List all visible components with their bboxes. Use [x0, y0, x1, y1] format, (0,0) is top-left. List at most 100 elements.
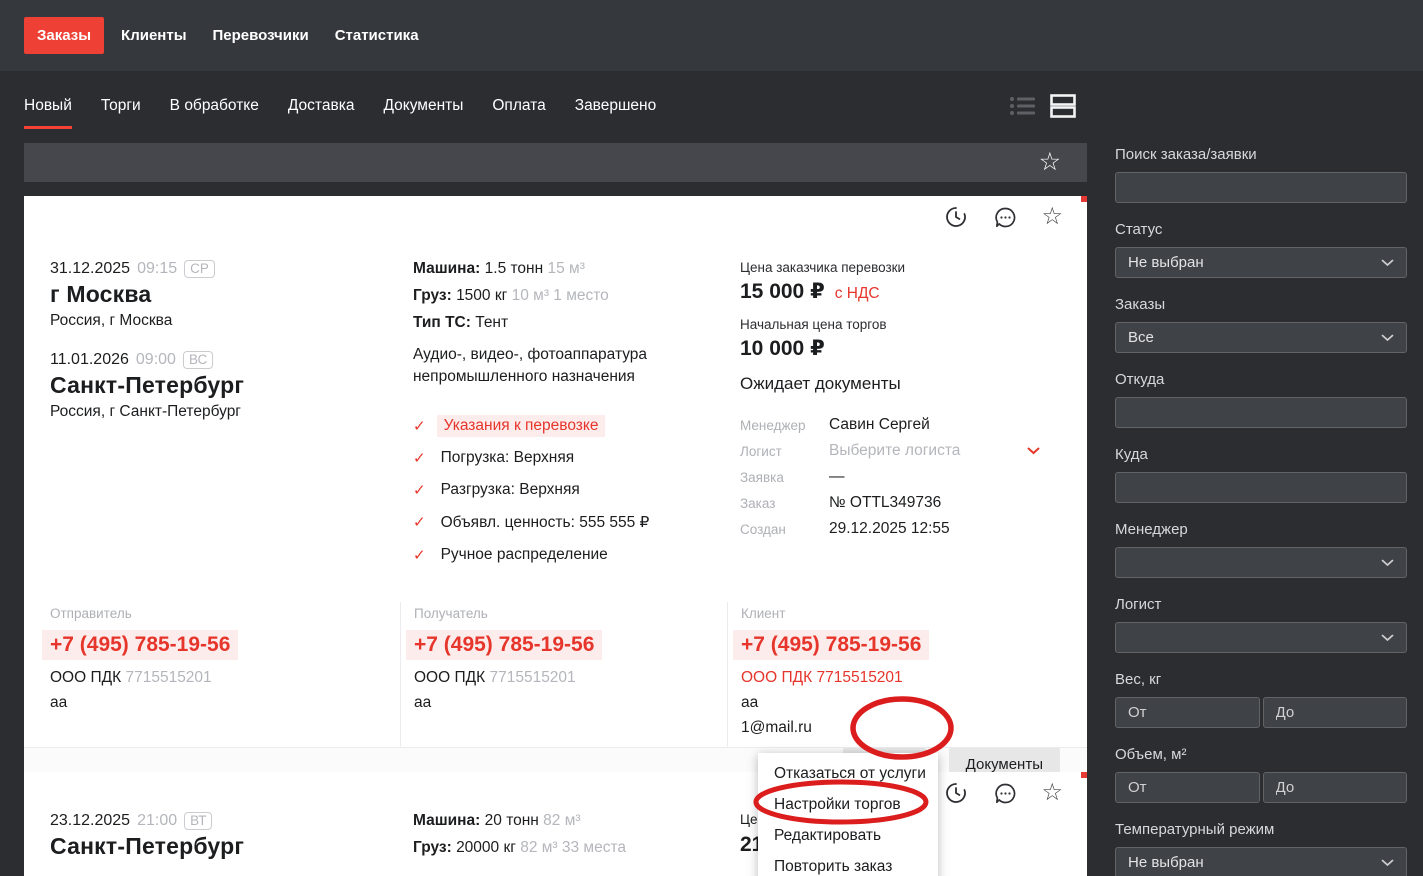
orders-filter-label: Заказы: [1115, 296, 1166, 313]
tab-bidding[interactable]: Торги: [101, 83, 141, 129]
check-icon: ✓: [413, 514, 426, 532]
volume-to-input[interactable]: [1262, 772, 1407, 803]
nav-item-carriers[interactable]: Перевозчики: [200, 17, 322, 54]
destination-region: Россия, г Санкт-Петербург: [50, 403, 241, 420]
card-view-icon[interactable]: [1050, 93, 1076, 119]
receiver-phone[interactable]: +7 (495) 785-19-56: [406, 629, 603, 660]
check-icon: ✓: [413, 417, 426, 435]
tab-delivery[interactable]: Доставка: [288, 83, 355, 129]
origin-region: Россия, г Москва: [50, 312, 173, 329]
receiver-company: ООО ПДК: [414, 668, 486, 686]
volume-from-input[interactable]: [1115, 772, 1260, 803]
menu-item-bidding-settings[interactable]: Настройки торгов: [758, 789, 938, 820]
search-input[interactable]: [1115, 172, 1407, 203]
chevron-down-icon: [1381, 334, 1394, 342]
order-number-label: Заказ: [740, 495, 776, 511]
temperature-select[interactable]: Не выбран: [1115, 847, 1407, 876]
cargo-volume: 82 м³ 33 места: [520, 839, 627, 856]
created-label: Создан: [740, 521, 786, 537]
origin-city: г Москва: [50, 281, 152, 307]
checklist-item: ✓ Ручное распределение: [413, 545, 608, 564]
orders-select[interactable]: Все: [1115, 322, 1407, 353]
to-input[interactable]: [1115, 472, 1407, 503]
pickup-weekday-badge: СР: [184, 260, 215, 278]
weight-to-input[interactable]: [1262, 697, 1407, 728]
nav-item-statistics[interactable]: Статистика: [322, 17, 432, 54]
vehicle-value: 1.5 тонн: [484, 260, 544, 277]
logist-select[interactable]: [1115, 622, 1407, 653]
client-company[interactable]: ООО ПДК: [741, 669, 812, 686]
chevron-down-icon[interactable]: [1027, 447, 1040, 455]
chevron-down-icon: [1381, 559, 1394, 567]
pickup-date: 31.12.2025: [50, 260, 131, 277]
nav-item-orders[interactable]: Заказы: [24, 17, 105, 54]
from-input[interactable]: [1115, 397, 1407, 428]
new-order-corner-marker: [1081, 772, 1087, 778]
check-icon: ✓: [413, 449, 426, 467]
pickup-time: 21:00: [137, 812, 178, 829]
destination-city: Санкт-Петербург: [50, 372, 245, 398]
favorite-star-icon[interactable]: ☆: [1039, 150, 1061, 175]
favorite-star-icon[interactable]: ☆: [1041, 205, 1063, 229]
tab-documents[interactable]: Документы: [383, 83, 463, 129]
logist-select[interactable]: Логист Выберите логиста: [740, 442, 1040, 460]
sender-person: аа: [50, 693, 68, 711]
cargo-label: Груз:: [413, 839, 452, 856]
cargo-volume: 10 м³ 1 место: [511, 287, 609, 304]
cargo-column: Машина: 20 тонн 82 м³ Груз: 20000 кг 82 …: [400, 812, 727, 866]
tab-new[interactable]: Новый: [24, 83, 72, 129]
sender-phone[interactable]: +7 (495) 785-19-56: [42, 629, 239, 660]
check-icon: ✓: [413, 546, 426, 564]
tab-processing[interactable]: В обработке: [170, 83, 259, 129]
pickup-time: 09:15: [137, 260, 178, 277]
vehicle-type-label: Тип ТС:: [413, 314, 471, 331]
sender-inn: 7715515201: [125, 668, 212, 686]
delivery-time: 09:00: [135, 351, 176, 368]
top-nav: Заказы Клиенты Перевозчики Статистика: [0, 0, 1423, 71]
status-filter-label: Статус: [1115, 221, 1163, 238]
start-price-label: Начальная цена торгов: [740, 317, 887, 332]
request-label: Заявка: [740, 469, 784, 485]
cargo-value: 1500 кг: [456, 287, 508, 304]
client-phone[interactable]: +7 (495) 785-19-56: [733, 629, 930, 660]
history-clock-icon[interactable]: [943, 780, 969, 806]
comments-icon[interactable]: [992, 780, 1018, 806]
menu-item-edit[interactable]: Редактировать: [758, 820, 938, 851]
client-person: аа: [741, 693, 759, 711]
tab-payment[interactable]: Оплата: [492, 83, 545, 129]
order-status: Ожидает документы: [740, 374, 901, 393]
status-select[interactable]: Не выбран: [1115, 247, 1407, 278]
pickup-weekday-badge: ВТ: [184, 812, 213, 830]
logist-placeholder: Выберите логиста: [829, 442, 961, 459]
client-label: Клиент: [741, 605, 786, 621]
weight-filter-label: Вес, кг: [1115, 671, 1162, 688]
checklist-item[interactable]: ✓ Указания к перевозке: [413, 414, 727, 437]
client-email: 1@mail.ru: [741, 718, 812, 736]
route-destination: 11.01.2026 09:00 ВС Санкт-Петербург Росс…: [50, 351, 400, 421]
receiver-label: Получатель: [414, 605, 488, 621]
weight-from-input[interactable]: [1115, 697, 1260, 728]
cargo-column: Машина: 1.5 тонн 15 м³ Груз: 1500 кг 10 …: [400, 260, 727, 576]
manager-filter-label: Менеджер: [1115, 521, 1188, 538]
checklist-item: ✓ Разгрузка: Верхняя: [413, 480, 580, 499]
sender-contact: Отправитель +7 (495) 785-19-56 ООО ПДК 7…: [24, 602, 400, 747]
list-view-icon[interactable]: [1009, 94, 1036, 118]
manager-select[interactable]: [1115, 547, 1407, 578]
nav-item-clients[interactable]: Клиенты: [108, 17, 199, 54]
favorite-star-icon[interactable]: ☆: [1041, 781, 1063, 805]
created-value: 29.12.2025 12:55: [829, 520, 950, 537]
collapsed-order-strip[interactable]: ☆: [24, 143, 1087, 182]
vehicle-volume: 15 м³: [547, 260, 585, 277]
vat-note: с НДС: [834, 285, 880, 302]
origin-city: Санкт-Петербург: [50, 833, 245, 859]
menu-item-refuse-service[interactable]: Отказаться от услуги: [758, 758, 938, 789]
menu-item-repeat-order[interactable]: Повторить заказ: [758, 851, 938, 876]
route-origin: 31.12.2025 09:15 СР г Москва Россия, г М…: [50, 260, 400, 330]
client-contact: Клиент +7 (495) 785-19-56 ООО ПДК 771551…: [727, 601, 1087, 747]
history-clock-icon[interactable]: [943, 204, 969, 230]
tab-completed[interactable]: Завершено: [575, 83, 657, 129]
cargo-name: Аудио-, видео-, фотоаппаратура непромышл…: [413, 346, 648, 386]
price-column: Цена заказчика перевозки 15 000 ₽ с НДС Н…: [727, 260, 1087, 576]
comments-icon[interactable]: [992, 204, 1018, 230]
receiver-contact: Получатель +7 (495) 785-19-56 ООО ПДК 77…: [400, 601, 727, 747]
